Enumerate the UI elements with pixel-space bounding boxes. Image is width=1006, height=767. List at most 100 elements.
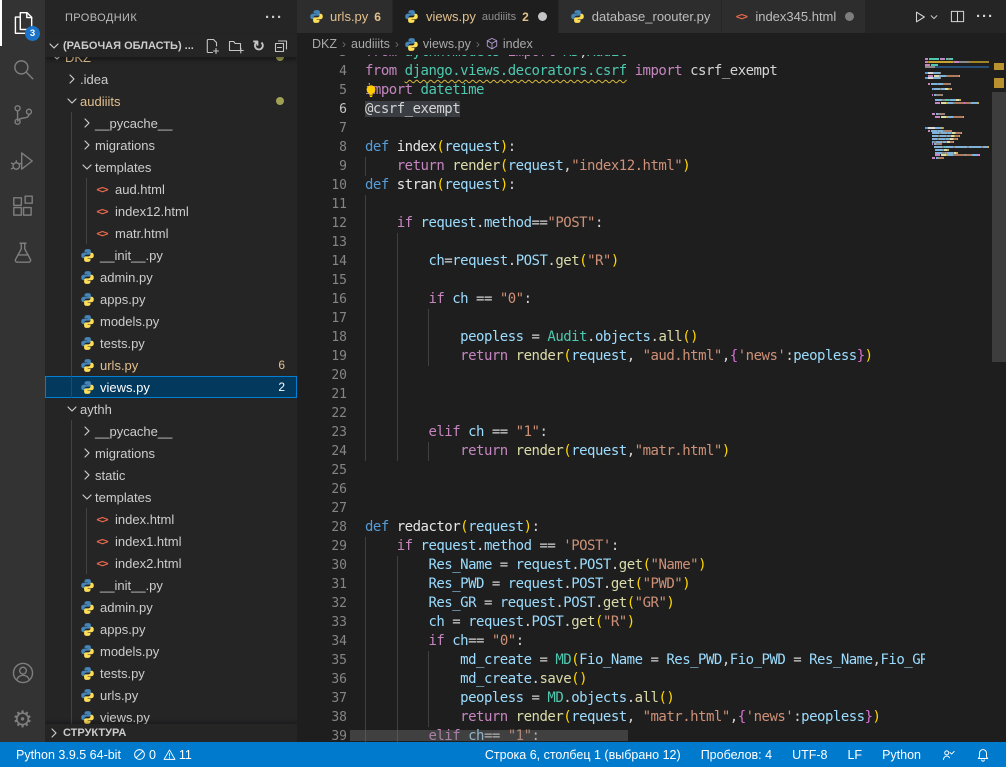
new-file-icon[interactable] — [204, 38, 220, 54]
indentation-setting[interactable]: Пробелов: 4 — [695, 748, 778, 762]
tree-item-views-py[interactable]: views.py2 — [45, 376, 297, 398]
language-mode[interactable]: Python — [876, 748, 927, 762]
code-line[interactable]: 27 — [297, 499, 925, 518]
notifications-bell-icon[interactable] — [970, 748, 996, 762]
workspace-section-header[interactable]: (РАБОЧАЯ ОБЛАСТЬ) ... ↻ — [45, 35, 297, 57]
tree-item-static[interactable]: static — [45, 464, 297, 486]
code-line[interactable]: 10def stran(request): — [297, 176, 925, 195]
code-line[interactable]: 9 return render(request,"index12.html") — [297, 157, 925, 176]
code-line[interactable]: 18 peopless = Audit.objects.all() — [297, 328, 925, 347]
explorer-icon[interactable]: 3 — [0, 0, 45, 46]
python-interpreter[interactable]: Python 3.9.5 64-bit — [10, 748, 127, 762]
tree-item-migrations[interactable]: migrations — [45, 442, 297, 464]
tree-item--init-py[interactable]: __init__.py — [45, 574, 297, 596]
feedback-icon[interactable] — [935, 748, 962, 762]
code-line[interactable]: 35 md_create = MD(Fio_Name = Res_PWD,Fio… — [297, 651, 925, 670]
minimap[interactable] — [925, 58, 989, 160]
tree-item-index2-html[interactable]: <>index2.html — [45, 552, 297, 574]
run-button[interactable] — [913, 10, 939, 24]
outline-section-header[interactable]: СТРУКТУРА — [45, 724, 297, 742]
tab-database-roouter-py[interactable]: database_roouter.py — [559, 0, 722, 33]
code-line[interactable]: 24 return render(request,"matr.html") — [297, 442, 925, 461]
tree-item-models-py[interactable]: models.py — [45, 640, 297, 662]
tree-item-matr-html[interactable]: <>matr.html — [45, 222, 297, 244]
code-line[interactable]: 14 ch=request.POST.get("R") — [297, 252, 925, 271]
code-line[interactable]: 36 md_create.save() — [297, 670, 925, 689]
tree-item-index12-html[interactable]: <>index12.html — [45, 200, 297, 222]
encoding-setting[interactable]: UTF-8 — [786, 748, 833, 762]
code-line[interactable]: 23 elif ch == "1": — [297, 423, 925, 442]
tree-item-aud-html[interactable]: <>aud.html — [45, 178, 297, 200]
tree-item--init-py[interactable]: __init__.py — [45, 244, 297, 266]
tree-item-apps-py[interactable]: apps.py — [45, 288, 297, 310]
code-line[interactable]: 26 — [297, 480, 925, 499]
code-line[interactable]: 5import datetime — [297, 81, 925, 100]
tree-item-index1-html[interactable]: <>index1.html — [45, 530, 297, 552]
tree-item-tests-py[interactable]: tests.py — [45, 332, 297, 354]
code-line[interactable]: 33 ch = request.POST.get("R") — [297, 613, 925, 632]
dirty-indicator[interactable] — [538, 12, 547, 21]
code-line[interactable]: 34 if ch== "0": — [297, 632, 925, 651]
horizontal-scrollbar[interactable] — [350, 730, 628, 741]
source-control-icon[interactable] — [0, 92, 45, 138]
accounts-icon[interactable] — [0, 650, 45, 696]
refresh-icon[interactable]: ↻ — [252, 39, 265, 54]
tree-item-audiiits[interactable]: audiiits — [45, 90, 297, 112]
tree-item--idea[interactable]: .idea — [45, 68, 297, 90]
code-line[interactable]: 25 — [297, 461, 925, 480]
tree-item-dkz[interactable]: DKZ — [45, 57, 297, 68]
split-editor-icon[interactable] — [950, 9, 965, 24]
breadcrumb-item[interactable]: index — [485, 37, 533, 51]
code-line[interactable]: 16 if ch == "0": — [297, 290, 925, 309]
code-line[interactable]: 31 Res_PWD = request.POST.get("PWD") — [297, 575, 925, 594]
code-line[interactable]: 30 Res_Name = request.POST.get("Name") — [297, 556, 925, 575]
tree-item-views-py[interactable]: views.py — [45, 706, 297, 724]
code-line[interactable]: 3from aythh.models import MD,Audit — [297, 55, 925, 62]
tree-item-admin-py[interactable]: admin.py — [45, 596, 297, 618]
breadcrumb-item[interactable]: audiiits — [351, 37, 390, 51]
code-line[interactable]: 7 — [297, 119, 925, 138]
tree-item-migrations[interactable]: migrations — [45, 134, 297, 156]
problems-indicator[interactable]: 0 11 — [127, 748, 198, 762]
tab-urls-py[interactable]: urls.py6 — [297, 0, 392, 33]
new-folder-icon[interactable] — [228, 38, 244, 54]
tree-item-urls-py[interactable]: urls.py6 — [45, 354, 297, 376]
testing-icon[interactable] — [0, 230, 45, 276]
code-editor[interactable]: 3from aythh.models import MD,Audit4from … — [297, 55, 925, 742]
more-actions-icon[interactable]: ··· — [265, 9, 283, 26]
tree-item-apps-py[interactable]: apps.py — [45, 618, 297, 640]
extensions-icon[interactable] — [0, 184, 45, 230]
code-line[interactable]: 6@csrf_exempt — [297, 100, 925, 119]
code-line[interactable]: 12 if request.method=="POST": — [297, 214, 925, 233]
tree-item-templates[interactable]: templates — [45, 486, 297, 508]
code-line[interactable]: 32 Res_GR = request.POST.get("GR") — [297, 594, 925, 613]
breadcrumb-item[interactable]: DKZ — [312, 37, 337, 51]
tab-index345-html[interactable]: <>index345.html — [722, 0, 865, 33]
code-line[interactable]: 4from django.views.decorators.csrf impor… — [297, 62, 925, 81]
code-line[interactable]: 38 return render(request, "matr.html",{'… — [297, 708, 925, 727]
more-actions-icon[interactable]: ··· — [976, 8, 994, 25]
tab-views-py[interactable]: views.pyaudiiits2 — [393, 0, 558, 33]
eol-setting[interactable]: LF — [841, 748, 868, 762]
settings-icon[interactable]: ⚙ — [0, 696, 45, 742]
code-line[interactable]: 37 peopless = MD.objects.all() — [297, 689, 925, 708]
tree-item-aythh[interactable]: aythh — [45, 398, 297, 420]
search-icon[interactable] — [0, 46, 45, 92]
run-debug-icon[interactable] — [0, 138, 45, 184]
tree-item-admin-py[interactable]: admin.py — [45, 266, 297, 288]
tree-item-tests-py[interactable]: tests.py — [45, 662, 297, 684]
tree-item--pycache-[interactable]: __pycache__ — [45, 112, 297, 134]
code-line[interactable]: 17 — [297, 309, 925, 328]
vertical-scrollbar[interactable] — [992, 92, 1006, 362]
tree-item-models-py[interactable]: models.py — [45, 310, 297, 332]
tree-item-index-html[interactable]: <>index.html — [45, 508, 297, 530]
breadcrumb-item[interactable]: views.py — [404, 37, 471, 52]
code-line[interactable]: 22 — [297, 404, 925, 423]
code-line[interactable]: 8def index(request): — [297, 138, 925, 157]
code-line[interactable]: 20 — [297, 366, 925, 385]
lightbulb-icon[interactable] — [364, 83, 378, 99]
collapse-all-icon[interactable] — [273, 38, 289, 54]
tree-item-templates[interactable]: templates — [45, 156, 297, 178]
cursor-position[interactable]: Строка 6, столбец 1 (выбрано 12) — [479, 748, 687, 762]
code-line[interactable]: 19 return render(request, "aud.html",{'n… — [297, 347, 925, 366]
